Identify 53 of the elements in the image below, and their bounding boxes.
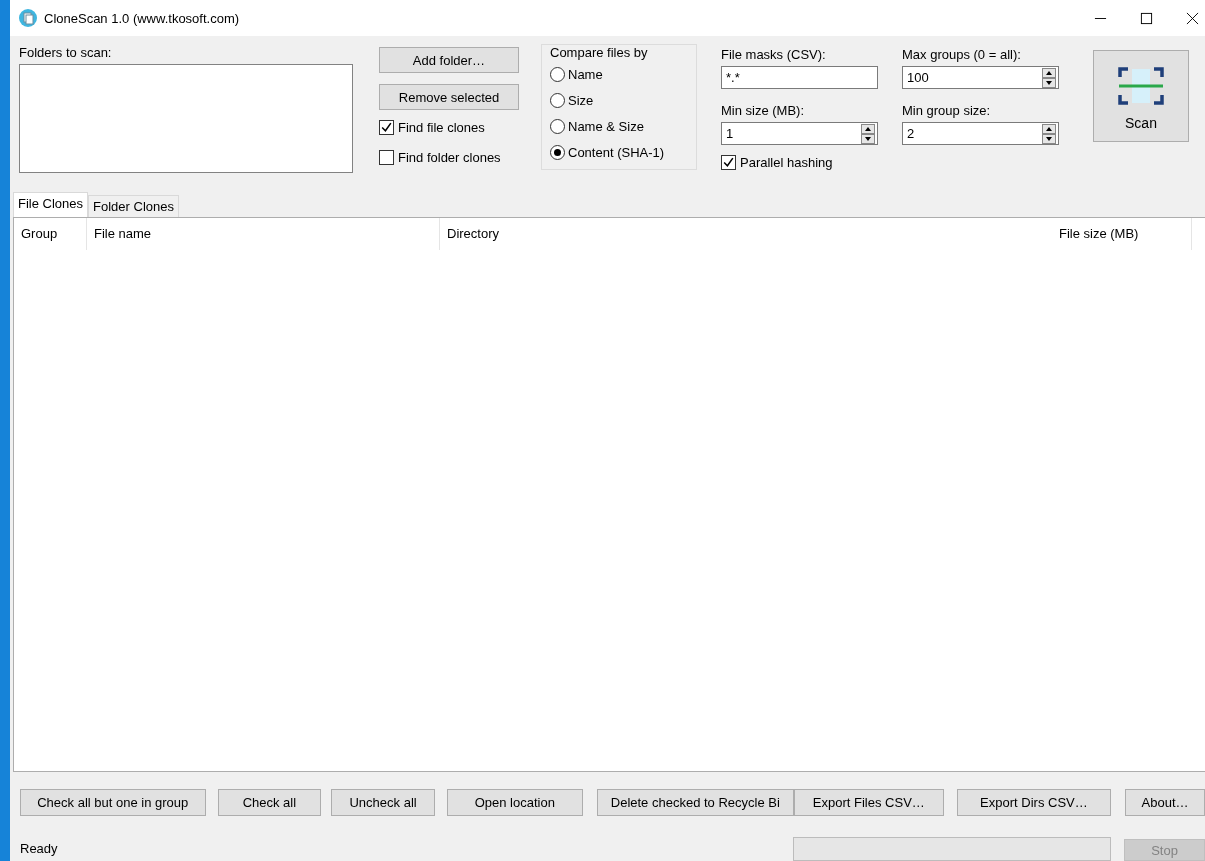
radio-button[interactable]	[550, 144, 565, 160]
close-icon[interactable]	[1186, 11, 1199, 25]
folder-button[interactable]: Add folder…	[379, 47, 519, 73]
app-icon	[18, 8, 38, 28]
column-header[interactable]: Directory	[440, 218, 1052, 250]
input-field[interactable]: *.*	[721, 66, 878, 89]
checkbox-label: Find folder clones	[398, 149, 501, 165]
action-button[interactable]: Open location	[446, 789, 583, 816]
column-header[interactable]: File name	[87, 218, 440, 250]
folder-list[interactable]	[19, 64, 353, 173]
action-button[interactable]: About…	[1125, 789, 1205, 816]
spin-down-icon[interactable]	[861, 133, 875, 144]
action-button[interactable]: Check all	[217, 789, 322, 816]
scan-button[interactable]: Scan	[1093, 50, 1189, 142]
action-button[interactable]: Check all but one in group	[20, 789, 206, 816]
spin-up-icon[interactable]	[1042, 123, 1056, 134]
field-label: Max groups (0 = all):	[902, 46, 1022, 64]
action-button[interactable]: Uncheck all	[331, 789, 435, 816]
tab[interactable]: Folder Clones	[88, 195, 179, 217]
column-header[interactable]: Group	[14, 218, 87, 250]
checkbox[interactable]	[379, 119, 394, 135]
spin-field[interactable]: 2	[902, 122, 1059, 145]
group-title: Compare files by	[550, 45, 649, 61]
spin-up-icon[interactable]	[1042, 67, 1056, 78]
status-text: Ready	[20, 841, 58, 856]
tab[interactable]: File Clones	[13, 192, 89, 217]
radio-label: Size	[568, 92, 594, 108]
spin-field[interactable]: 1	[721, 122, 878, 145]
radio-button[interactable]	[550, 118, 565, 134]
window-title: CloneScan 1.0 (www.tkosoft.com)	[44, 10, 240, 26]
radio-label: Name	[568, 66, 603, 82]
checkbox[interactable]	[721, 154, 736, 170]
radio-label: Content (SHA-1)	[568, 144, 665, 160]
spin-up-icon[interactable]	[861, 123, 875, 134]
radio-button[interactable]	[550, 92, 565, 108]
action-button[interactable]: Delete checked to Recycle Bi	[596, 789, 795, 816]
checkbox-label: Find file clones	[398, 119, 485, 135]
checkbox[interactable]	[379, 149, 394, 165]
radio-button[interactable]	[550, 66, 565, 82]
action-button[interactable]: Export Dirs CSV…	[956, 789, 1112, 816]
radio-label: Name & Size	[568, 118, 644, 134]
spin-down-icon[interactable]	[1042, 77, 1056, 88]
spin-down-icon[interactable]	[1042, 133, 1056, 144]
action-button[interactable]: Export Files CSV…	[794, 789, 944, 816]
folders-label: Folders to scan:	[19, 44, 113, 62]
field-label: Min size (MB):	[721, 102, 806, 120]
field-label: File masks (CSV):	[721, 46, 827, 64]
column-header[interactable]: File size (MB)	[1052, 218, 1192, 250]
maximize-icon[interactable]	[1140, 11, 1153, 25]
spin-field[interactable]: 100	[902, 66, 1059, 89]
folder-button[interactable]: Remove selected	[379, 84, 519, 110]
checkbox-label: Parallel hashing	[740, 154, 833, 170]
field-label: Min group size:	[902, 102, 992, 120]
